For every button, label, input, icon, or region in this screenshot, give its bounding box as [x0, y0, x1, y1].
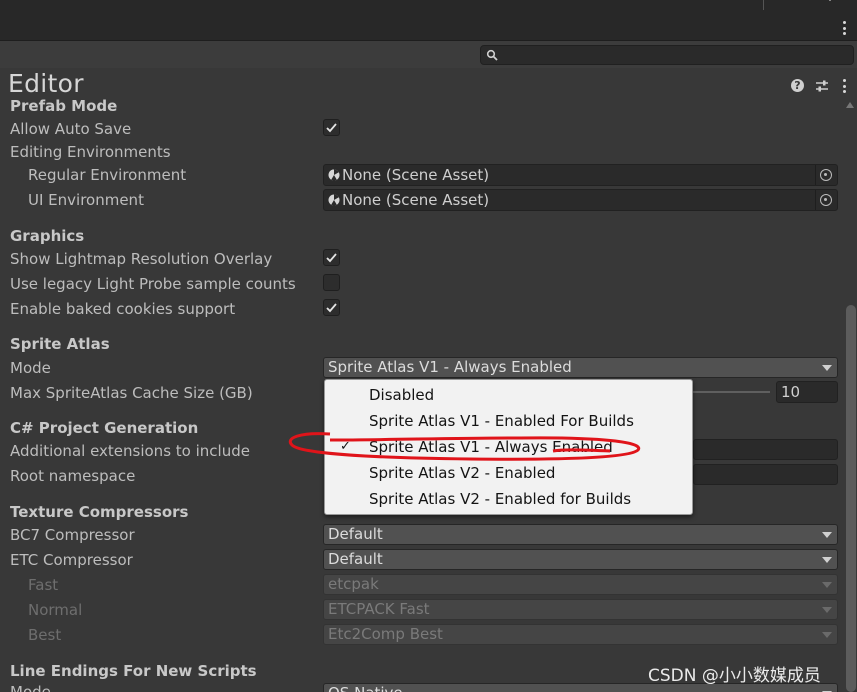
baked-cookies-label: Enable baked cookies support [10, 300, 236, 318]
normal-dropdown: ETCPACK Fast [323, 599, 838, 620]
max-cache-value: 10 [781, 383, 801, 401]
sprite-atlas-mode-menu: Disabled Sprite Atlas V1 - Enabled For B… [324, 379, 693, 515]
ui-environment-label: UI Environment [28, 191, 144, 209]
section-prefab-mode: Prefab Mode [10, 97, 118, 115]
chevron-down-icon [822, 557, 832, 563]
additional-extensions-input[interactable] [693, 439, 838, 460]
best-dropdown: Etc2Comp Best [323, 624, 838, 645]
tab-divider [763, 0, 764, 10]
object-picker-icon[interactable] [820, 194, 832, 206]
lightmap-overlay-label: Show Lightmap Resolution Overlay [10, 250, 273, 268]
sprite-atlas-mode-dropdown[interactable]: Sprite Atlas V1 - Always Enabled [323, 357, 838, 378]
scroll-up-arrow[interactable] [846, 102, 854, 108]
scene-asset-icon [328, 194, 340, 206]
ui-environment-value: None (Scene Asset) [342, 191, 490, 209]
section-texture-compressors: Texture Compressors [10, 503, 189, 521]
etc-compressor-label: ETC Compressor [10, 551, 133, 569]
sprite-atlas-mode-value: Sprite Atlas V1 - Always Enabled [328, 358, 572, 376]
best-value: Etc2Comp Best [328, 625, 443, 643]
checkmark-icon: ✓ [340, 439, 351, 454]
menu-item-v1-always-enabled[interactable]: ✓ Sprite Atlas V1 - Always Enabled [325, 435, 692, 461]
fast-label: Fast [28, 576, 59, 594]
scene-asset-icon [328, 169, 340, 181]
sprite-atlas-mode-label: Mode [10, 359, 51, 377]
menu-item-label: Sprite Atlas V2 - Enabled for Builds [369, 490, 632, 508]
window-tab-bar [0, 0, 857, 40]
regular-environment-label: Regular Environment [28, 166, 187, 184]
legacy-light-probe-checkbox[interactable] [323, 274, 340, 291]
menu-item-label: Sprite Atlas V1 - Always Enabled [369, 438, 613, 456]
bc7-compressor-label: BC7 Compressor [10, 526, 135, 544]
lightmap-overlay-checkbox[interactable] [323, 249, 340, 266]
chevron-down-icon [822, 607, 832, 613]
chevron-down-icon [822, 632, 832, 638]
checkmark-icon [326, 123, 337, 133]
line-endings-mode-label: Mode [10, 683, 51, 692]
kebab-menu-icon[interactable] [842, 21, 846, 35]
watermark: CSDN @小小数媒成员 [648, 666, 821, 686]
close-icon[interactable] [828, 0, 832, 6]
baked-cookies-checkbox[interactable] [323, 299, 340, 316]
object-picker-icon[interactable] [820, 169, 832, 181]
bc7-compressor-dropdown[interactable]: Default [323, 524, 838, 545]
menu-item-v2-enabled[interactable]: Sprite Atlas V2 - Enabled [325, 461, 692, 487]
inspector-menu-icon[interactable] [842, 79, 846, 93]
checkmark-icon [326, 303, 337, 313]
additional-extensions-label: Additional extensions to include [10, 442, 250, 460]
max-cache-slider[interactable] [693, 391, 770, 393]
etc-compressor-dropdown[interactable]: Default [323, 549, 838, 570]
bc7-compressor-value: Default [328, 525, 383, 543]
ui-environment-field[interactable]: None (Scene Asset) [323, 189, 838, 211]
field-divider [815, 165, 816, 185]
etc-compressor-value: Default [328, 550, 383, 568]
page-title: Editor [8, 69, 84, 98]
legacy-light-probe-label: Use legacy Light Probe sample counts [10, 275, 296, 293]
max-cache-field[interactable]: 10 [776, 381, 838, 403]
line-endings-mode-value: OS Native [328, 684, 403, 692]
search-input[interactable] [480, 45, 854, 65]
regular-environment-value: None (Scene Asset) [342, 166, 490, 184]
root-namespace-label: Root namespace [10, 467, 136, 485]
fast-value: etcpak [328, 575, 379, 593]
menu-item-v1-enabled-for-builds[interactable]: Sprite Atlas V1 - Enabled For Builds [325, 409, 692, 435]
chevron-down-icon [822, 532, 832, 538]
menu-item-label: Disabled [369, 386, 435, 404]
chevron-down-icon [822, 365, 832, 371]
normal-label: Normal [28, 601, 83, 619]
field-divider [815, 190, 816, 210]
normal-value: ETCPACK Fast [328, 600, 430, 618]
section-line-endings: Line Endings For New Scripts [10, 662, 257, 680]
menu-item-disabled[interactable]: Disabled [325, 383, 692, 409]
allow-auto-save-checkbox[interactable] [323, 119, 340, 136]
best-label: Best [28, 626, 62, 644]
editing-environments-label: Editing Environments [10, 143, 171, 161]
presets-icon[interactable] [815, 79, 829, 93]
section-csharp-project: C# Project Generation [10, 419, 199, 437]
menu-item-label: Sprite Atlas V2 - Enabled [369, 464, 556, 482]
menu-item-label: Sprite Atlas V1 - Enabled For Builds [369, 412, 634, 430]
help-icon[interactable]: ? [791, 79, 804, 92]
regular-environment-field[interactable]: None (Scene Asset) [323, 164, 838, 186]
section-graphics: Graphics [10, 227, 85, 245]
max-cache-label: Max SpriteAtlas Cache Size (GB) [10, 384, 253, 402]
allow-auto-save-label: Allow Auto Save [10, 120, 132, 138]
search-icon [486, 49, 498, 61]
menu-item-v2-enabled-for-builds[interactable]: Sprite Atlas V2 - Enabled for Builds [325, 487, 692, 513]
chevron-down-icon [822, 582, 832, 588]
section-sprite-atlas: Sprite Atlas [10, 335, 110, 353]
checkmark-icon [326, 253, 337, 263]
root-namespace-input[interactable] [693, 464, 838, 485]
fast-dropdown: etcpak [323, 574, 838, 595]
scrollbar-thumb[interactable] [846, 305, 856, 692]
